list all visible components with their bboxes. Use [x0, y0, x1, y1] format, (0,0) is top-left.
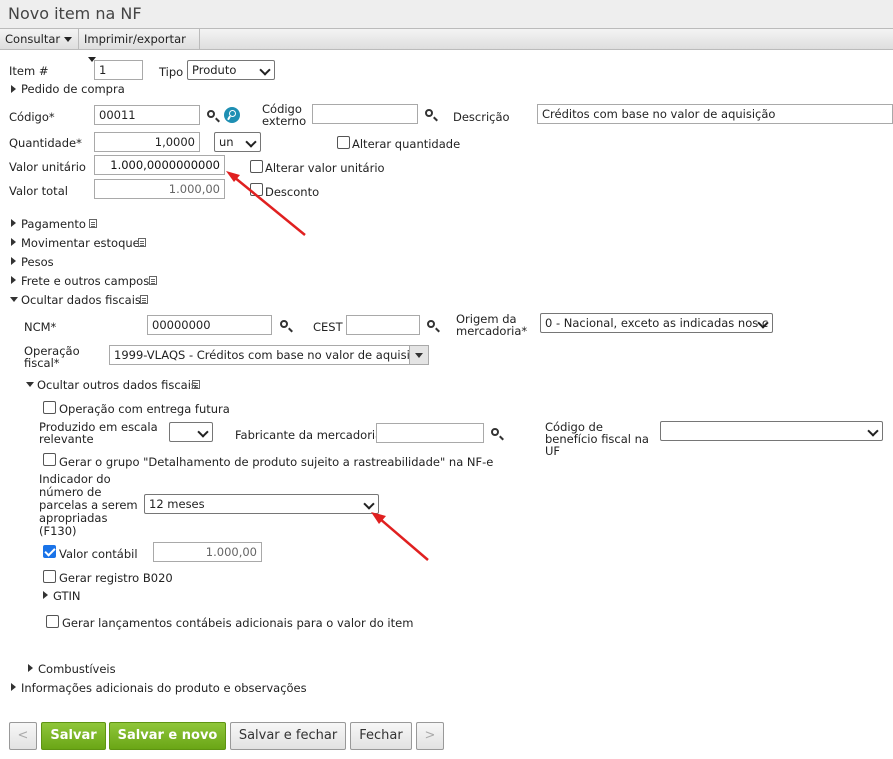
annotation-arrow-parcelas: [371, 512, 429, 561]
annotation-arrows: [226, 171, 429, 561]
annotation-arrow-valor-unitario: [226, 171, 306, 236]
